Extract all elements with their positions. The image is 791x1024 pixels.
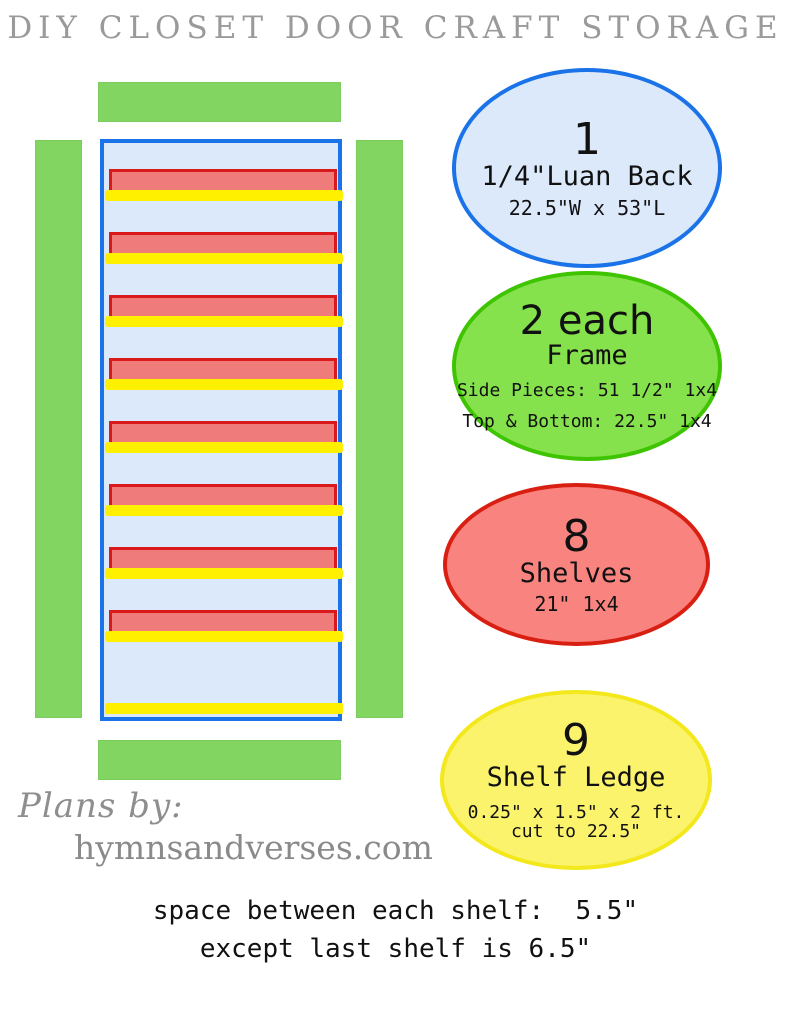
callout-3-quantity: 8 — [562, 510, 591, 562]
callout-4-part-name: Shelf Ledge — [486, 762, 666, 794]
shelf-ledge — [105, 631, 343, 642]
shelf-unit — [104, 295, 346, 329]
footer-note-exception: except last shelf is 6.5" — [199, 933, 592, 964]
callout-luan-back: 1 1/4"Luan Back 22.5"W x 53"L — [452, 68, 722, 268]
callout-2-part-name: Frame — [546, 339, 628, 371]
shelf-unit — [104, 232, 346, 266]
frame-bottom-piece — [98, 740, 341, 780]
plans-by-label: Plans by: — [18, 786, 184, 826]
shelf-ledge — [105, 379, 343, 390]
callout-1-part-name: 1/4"Luan Back — [481, 161, 693, 193]
callout-3-part-name: Shelves — [519, 557, 634, 589]
callout-2-dimension-side: Side Pieces: 51 1/2" 1x4 — [456, 380, 718, 402]
footer-notes: space between each shelf: 5.5" except la… — [0, 893, 791, 968]
callout-2-dimension-topbot: Top & Bottom: 22.5" 1x4 — [462, 411, 712, 433]
shelf-ledge — [105, 316, 343, 327]
callout-shelves: 8 Shelves 21" 1x4 — [443, 483, 710, 646]
callout-4-quantity: 9 — [562, 714, 590, 766]
shelf-unit — [104, 547, 346, 581]
shelf-unit — [104, 484, 346, 518]
callout-1-dimension: 22.5"W x 53"L — [508, 195, 666, 220]
footer-note-spacing: space between each shelf: 5.5" — [152, 896, 639, 926]
luan-back-panel — [100, 139, 343, 721]
shelf-unit — [104, 169, 346, 203]
shelf-unit — [104, 421, 346, 455]
shelf-ledge — [105, 190, 343, 201]
callout-frame: 2 each Frame Side Pieces: 51 1/2" 1x4 To… — [452, 271, 722, 461]
shelf-ledge — [105, 253, 343, 264]
shelf-ledge — [105, 505, 343, 516]
credit-block: Plans by: hymnsandverses.com — [18, 786, 433, 867]
shelf-ledge — [105, 568, 343, 579]
frame-left-side-piece — [35, 140, 82, 718]
shelf-ledge-bottom — [105, 703, 343, 714]
site-url-text: hymnsandverses.com — [74, 828, 433, 867]
storage-unit-diagram — [0, 0, 420, 800]
shelf-unit — [104, 358, 346, 392]
shelf-unit — [104, 610, 346, 644]
frame-top-piece — [98, 82, 341, 122]
callout-4-dimension-cut: cut to 22.5" — [510, 821, 642, 843]
callout-1-quantity: 1 — [573, 114, 601, 166]
callout-shelf-ledge: 9 Shelf Ledge 0.25" x 1.5" x 2 ft. cut t… — [440, 690, 712, 870]
callout-3-dimension: 21" 1x4 — [534, 592, 619, 617]
shelf-ledge — [105, 442, 343, 453]
frame-right-side-piece — [356, 140, 403, 718]
callout-2-quantity: 2 each — [519, 297, 655, 344]
